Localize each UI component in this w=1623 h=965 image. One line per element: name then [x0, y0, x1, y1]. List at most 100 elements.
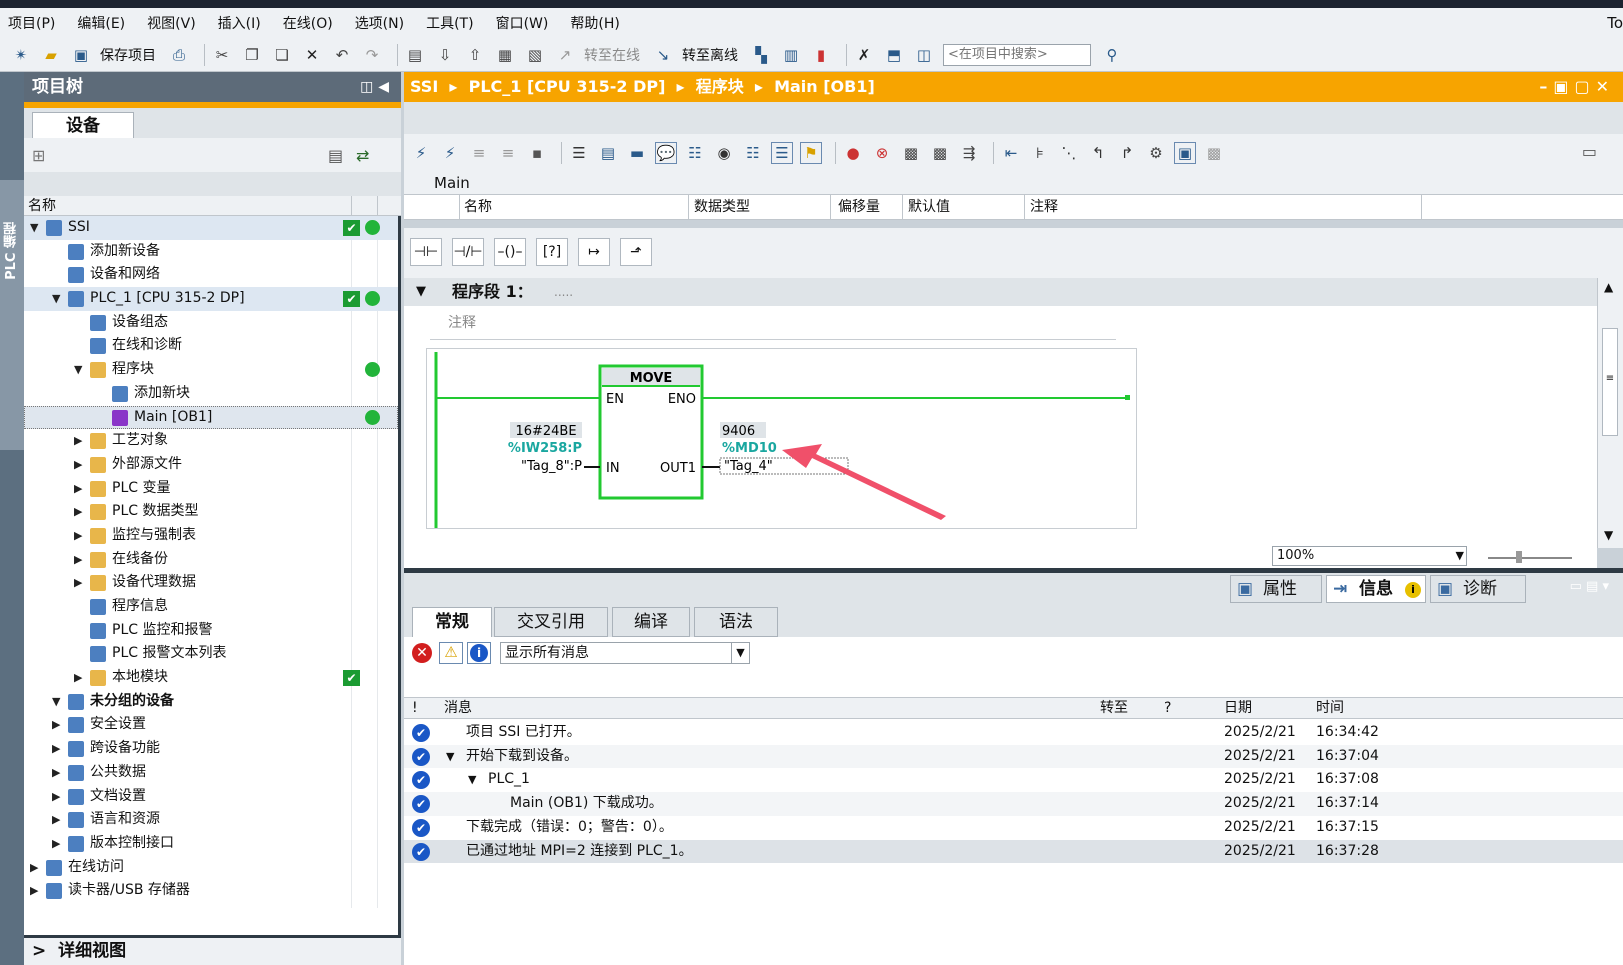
collapsed-arrow-icon[interactable]: ▶: [74, 571, 86, 594]
first-network-icon[interactable]: ⊧: [1029, 142, 1051, 164]
tab-info[interactable]: ⇥ 信息 i: [1326, 575, 1426, 603]
favorites-icon[interactable]: ☷: [684, 142, 706, 164]
comment-icon[interactable]: 💬: [655, 142, 677, 164]
download-icon[interactable]: ⇩: [434, 44, 456, 66]
tree-item[interactable]: ▶ 本地模块 ✔: [24, 666, 398, 690]
out-tag[interactable]: "Tag_4": [724, 459, 773, 474]
project-search-input[interactable]: [943, 43, 1091, 66]
network-comment[interactable]: 注释: [448, 312, 476, 332]
tree-item[interactable]: ▶ PLC 数据类型: [24, 500, 398, 524]
collapse-network-icon[interactable]: ▼: [416, 278, 426, 306]
scroll-down-icon[interactable]: ▼: [1604, 528, 1613, 542]
go-offline-icon[interactable]: ↘: [652, 44, 674, 66]
detail-view-header[interactable]: > 详细视图: [24, 935, 401, 965]
plc-programming-tab[interactable]: [0, 180, 24, 450]
tree-item[interactable]: ▶ 安全设置: [24, 713, 398, 737]
subtab-cross-reference[interactable]: 交叉引用: [494, 607, 608, 637]
stop-cpu-icon[interactable]: ▮: [810, 44, 832, 66]
add-row-icon[interactable]: ≡: [497, 142, 519, 164]
new-group-icon[interactable]: ⊞: [32, 146, 45, 165]
step-over-icon[interactable]: ▩: [929, 142, 951, 164]
menu-insert[interactable]: 插入(I): [218, 13, 261, 33]
tree-item[interactable]: ▶ 跨设备功能: [24, 737, 398, 761]
warnings-filter-icon[interactable]: ⚠: [439, 642, 463, 664]
close-branch-icon[interactable]: ⬏: [620, 238, 652, 266]
collapsed-arrow-icon[interactable]: ▶: [52, 785, 64, 808]
save-icon[interactable]: ▣: [70, 44, 92, 66]
prev-error-icon[interactable]: ↰: [1087, 142, 1109, 164]
ladder-view-icon[interactable]: ⚑: [800, 142, 822, 164]
breadcrumb-item[interactable]: Main [OB1]: [774, 77, 875, 96]
delete-network-icon[interactable]: ⚡: [439, 142, 461, 164]
tree-item[interactable]: ▼ PLC_1 [CPU 315-2 DP] ✔: [24, 287, 398, 311]
open-branch-icon[interactable]: ↦: [578, 238, 610, 266]
empty-box-icon[interactable]: [?]: [536, 238, 568, 266]
monitor-icon[interactable]: ◉: [713, 142, 735, 164]
window-controls[interactable]: –▣▢✕: [1539, 72, 1615, 102]
scroll-thumb[interactable]: ≡: [1602, 328, 1618, 436]
tree-item[interactable]: ▶ 读卡器/USB 存储器: [24, 879, 398, 903]
undo-icon[interactable]: ↶: [331, 44, 353, 66]
tree-item[interactable]: ▶ PLC 变量: [24, 477, 398, 501]
tab-diagnostics[interactable]: ▣ 诊断: [1430, 575, 1526, 603]
message-row[interactable]: ✔ 下载完成（错误：0；警告：0）。 2025/2/21 16:37:15: [404, 816, 1623, 840]
collapsed-arrow-icon[interactable]: ▶: [74, 524, 86, 547]
tab-properties[interactable]: ▣ 属性: [1230, 575, 1322, 603]
collapsed-arrow-icon[interactable]: ▶: [52, 832, 64, 855]
remove-breakpoint-icon[interactable]: ⊗: [871, 142, 893, 164]
new-project-icon[interactable]: ✴: [10, 44, 32, 66]
collapsed-arrow-icon[interactable]: ▶: [74, 477, 86, 500]
overview-icon[interactable]: ▤: [328, 146, 343, 165]
zoom-slider-handle[interactable]: [1516, 551, 1522, 563]
breadcrumb-item[interactable]: SSI: [410, 77, 438, 96]
tree-item[interactable]: ▶ 在线访问: [24, 856, 398, 880]
step-icon[interactable]: ▩: [900, 142, 922, 164]
insert-network-icon[interactable]: ⚡: [410, 142, 432, 164]
tree-item[interactable]: ▶ 外部源文件: [24, 453, 398, 477]
collapsed-arrow-icon[interactable]: ▶: [52, 761, 64, 784]
expanded-arrow-icon[interactable]: ▼: [74, 358, 86, 381]
expanded-arrow-icon[interactable]: ▼: [30, 216, 42, 239]
expanded-arrow-icon[interactable]: ▼: [52, 287, 64, 310]
in-tag[interactable]: "Tag_8":P: [521, 459, 582, 474]
upload-icon[interactable]: ⇧: [464, 44, 486, 66]
tree-item[interactable]: 程序信息: [24, 595, 398, 619]
next-error-icon[interactable]: ↱: [1116, 142, 1138, 164]
menu-options[interactable]: 选项(N): [355, 13, 404, 33]
scroll-up-icon[interactable]: ▲: [1604, 280, 1613, 294]
tab-devices[interactable]: 设备: [32, 112, 134, 138]
insert-row-icon[interactable]: ≡: [468, 142, 490, 164]
tree-item[interactable]: ▶ 设备代理数据: [24, 571, 398, 595]
tree-item[interactable]: ▼ 未分组的设备: [24, 690, 398, 714]
nc-contact-icon[interactable]: ⊣/⊢: [452, 238, 484, 266]
cut-icon[interactable]: ✂: [211, 44, 233, 66]
collapsed-arrow-icon[interactable]: ▶: [74, 548, 86, 571]
errors-filter-icon[interactable]: ✕: [412, 643, 432, 663]
search-options-icon[interactable]: ⚲: [1101, 44, 1123, 66]
monitoring-on-off-icon[interactable]: ▣: [1174, 142, 1196, 164]
zoom-select[interactable]: 100% ▼: [1272, 546, 1467, 566]
menu-window[interactable]: 窗口(W): [496, 13, 549, 33]
network-header[interactable]: ▼ 程序段 1： .....: [404, 278, 1597, 306]
step-out-icon[interactable]: ⇶: [958, 142, 980, 164]
compile-icon[interactable]: ▤: [404, 44, 426, 66]
info-filter-icon[interactable]: i: [467, 642, 491, 664]
collapsed-arrow-icon[interactable]: ▶: [30, 856, 42, 879]
subtab-syntax[interactable]: 语法: [694, 607, 778, 637]
coil-icon[interactable]: –()–: [494, 238, 526, 266]
tree-item[interactable]: 在线和诊断: [24, 334, 398, 358]
editor-vertical-scrollbar[interactable]: ▲ ≡ ▼: [1597, 278, 1623, 548]
message-row[interactable]: ✔ ▼ 开始下载到设备。 2025/2/21 16:37:04: [404, 744, 1623, 769]
network-compare-icon[interactable]: ⚙: [1145, 142, 1167, 164]
menu-tools[interactable]: 工具(T): [426, 13, 473, 33]
tree-item[interactable]: ▶ 在线备份: [24, 548, 398, 572]
panel-options-icon[interactable]: ▭: [1582, 142, 1597, 161]
menu-edit[interactable]: 编辑(E): [77, 13, 125, 33]
no-contact-icon[interactable]: ⊣⊢: [410, 238, 442, 266]
subtab-general[interactable]: 常规: [412, 607, 492, 637]
tree-item[interactable]: 添加新块: [24, 382, 398, 406]
go-online-icon[interactable]: ↗: [554, 44, 576, 66]
tag-icon[interactable]: ▪: [526, 142, 548, 164]
go-to-icon[interactable]: ⇤: [1000, 142, 1022, 164]
collapsed-arrow-icon[interactable]: ▶: [74, 500, 86, 523]
